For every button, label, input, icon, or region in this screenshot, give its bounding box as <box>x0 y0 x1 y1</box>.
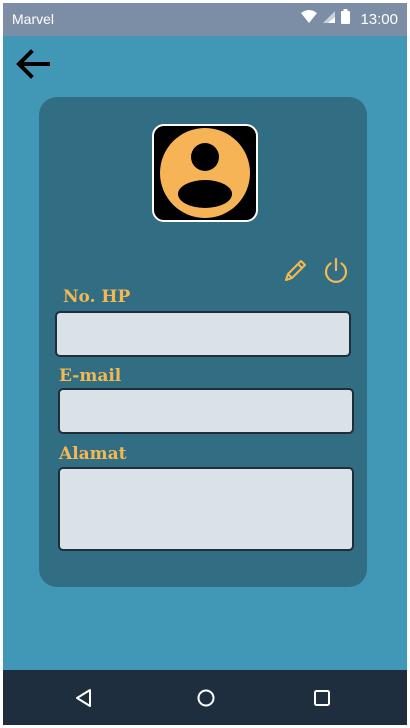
navigation-bar <box>3 670 407 725</box>
nav-recents-button[interactable] <box>308 684 336 712</box>
email-label: E-mail <box>59 366 122 386</box>
app-screen: Marvel 13:00 No. HP E-mail Alamat <box>3 3 407 725</box>
nav-home-button[interactable] <box>192 684 220 712</box>
wifi-icon <box>301 9 318 29</box>
address-label: Alamat <box>59 444 127 464</box>
phone-field[interactable] <box>55 311 351 357</box>
carrier-name: Marvel <box>12 11 55 27</box>
profile-card: No. HP E-mail Alamat <box>39 97 367 587</box>
power-icon <box>324 257 348 283</box>
back-triangle-icon <box>76 689 91 707</box>
status-bar: Marvel 13:00 <box>3 3 407 36</box>
edit-profile-button[interactable] <box>283 257 309 283</box>
pencil-edit-icon <box>285 260 306 281</box>
address-field[interactable] <box>58 467 354 551</box>
battery-icon <box>341 9 351 29</box>
nav-back-button[interactable] <box>70 684 98 712</box>
back-button[interactable] <box>15 48 51 80</box>
home-circle-icon <box>197 689 215 707</box>
status-time: 13:00 <box>360 10 398 28</box>
user-avatar-icon <box>160 128 250 218</box>
profile-avatar[interactable] <box>152 124 258 222</box>
signal-icon <box>323 10 336 29</box>
email-field[interactable] <box>58 388 354 434</box>
phone-label: No. HP <box>63 287 131 307</box>
status-icons: 13:00 <box>301 9 398 29</box>
recents-square-icon <box>314 690 330 706</box>
logout-button[interactable] <box>322 256 350 284</box>
arrow-left-icon <box>16 49 50 79</box>
